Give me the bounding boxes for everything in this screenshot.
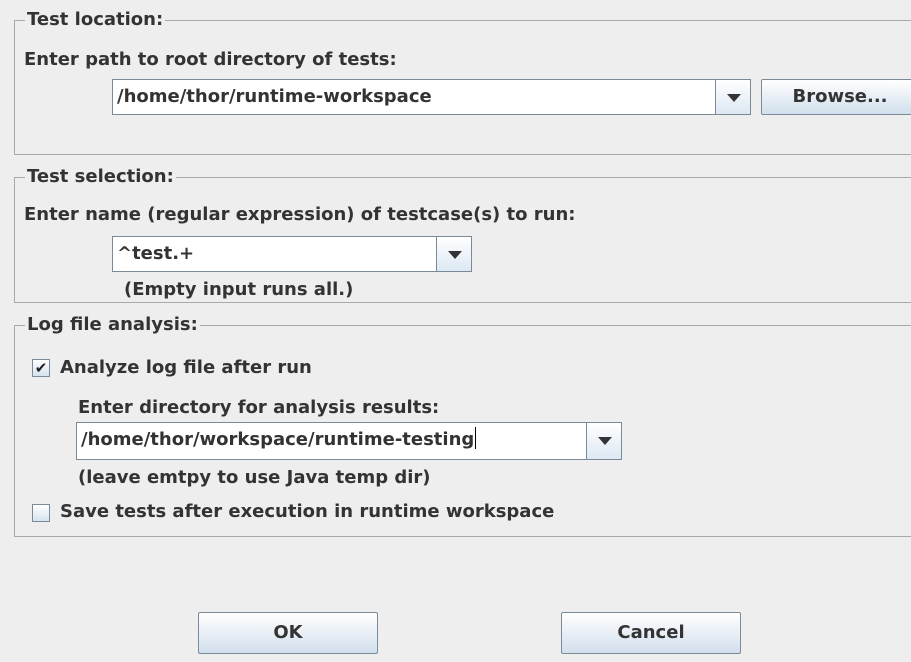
analyze-log-checkbox[interactable]: ✔ (32, 359, 50, 377)
testcase-regex-combo[interactable]: ^test.+ (112, 236, 472, 272)
ok-button-label: OK (273, 622, 303, 643)
check-icon: ✔ (34, 359, 48, 377)
browse-button-label: Browse... (792, 86, 888, 107)
cancel-button[interactable]: Cancel (561, 612, 741, 654)
test-location-legend: Test location: (25, 8, 166, 32)
analysis-dir-prompt: Enter directory for analysis results: (78, 397, 440, 418)
testcase-regex-value: ^test.+ (117, 243, 195, 264)
analysis-dir-combo[interactable]: /home/thor/workspace/runtime-testing (76, 422, 622, 460)
analysis-dir-value: /home/thor/workspace/runtime-testing (81, 427, 477, 450)
test-root-path-value: /home/thor/runtime-workspace (117, 86, 432, 107)
chevron-down-icon[interactable] (436, 236, 472, 272)
test-root-prompt: Enter path to root directory of tests: (24, 49, 397, 70)
cancel-button-label: Cancel (617, 622, 685, 643)
log-analysis-legend: Log file analysis: (25, 313, 200, 337)
chevron-down-icon[interactable] (715, 79, 751, 115)
browse-button[interactable]: Browse... (761, 79, 911, 115)
analyze-log-label[interactable]: Analyze log file after run (60, 356, 312, 380)
save-tests-label[interactable]: Save tests after execution in runtime wo… (60, 500, 554, 524)
test-root-path-combo[interactable]: /home/thor/runtime-workspace (112, 79, 751, 115)
chevron-down-icon[interactable] (586, 422, 622, 460)
test-selection-legend: Test selection: (25, 165, 176, 189)
testcase-regex-hint: (Empty input runs all.) (124, 279, 354, 300)
text-caret (475, 427, 477, 449)
analysis-dir-hint: (leave emtpy to use Java temp dir) (78, 467, 431, 488)
testcase-regex-prompt: Enter name (regular expression) of testc… (24, 204, 576, 225)
save-tests-checkbox[interactable] (32, 504, 50, 522)
ok-button[interactable]: OK (198, 612, 378, 654)
